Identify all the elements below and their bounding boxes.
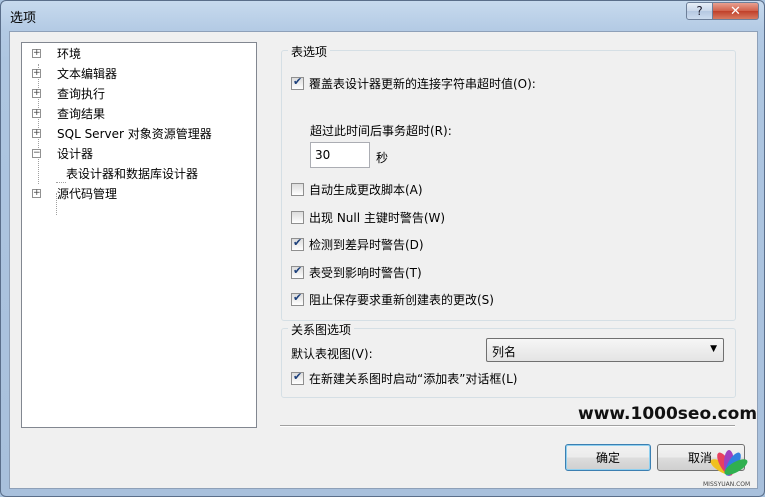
tree-item-label: 源代码管理 (57, 187, 118, 201)
diff-warning-checkbox[interactable] (291, 236, 304, 251)
affected-warning-label: 表受到影响时警告(T) (309, 265, 422, 280)
tree-item-label: 查询执行 (57, 87, 106, 101)
divider (280, 425, 735, 427)
tree-item-label: 设计器 (57, 147, 94, 161)
null-pk-warning-row[interactable]: 出现 Null 主键时警告(W) (291, 209, 445, 225)
affected-warning-checkbox[interactable] (291, 264, 304, 279)
options-dialog: 选项 ? ✕ + 环境 + 文本编辑器 + 查询执行 + 查询结果 + SQL … (0, 0, 765, 497)
tree-item-label: 表设计器和数据库设计器 (66, 167, 199, 181)
close-icon: ✕ (730, 3, 741, 19)
auto-script-checkbox[interactable] (291, 182, 304, 196)
null-pk-warning-checkbox[interactable] (291, 210, 304, 224)
expand-icon[interactable]: + (32, 189, 41, 198)
auto-script-label: 自动生成更改脚本(A) (309, 182, 423, 197)
launch-add-table-label: 在新建关系图时启动“添加表”对话框(L) (309, 371, 518, 386)
diagram-options-title: 关系图选项 (288, 321, 355, 338)
prevent-recreate-checkbox[interactable] (291, 291, 304, 306)
logo-text: MISSYUAN.COM (703, 481, 751, 488)
help-button[interactable]: ? (686, 2, 713, 20)
chevron-down-icon: ▼ (710, 344, 717, 354)
override-timeout-label: 覆盖表设计器更新的连接字符串超时值(O): (309, 76, 536, 91)
table-options-group: 表选项 覆盖表设计器更新的连接字符串超时值(O): 超过此时间后事务超时(R):… (281, 43, 736, 321)
dialog-title: 选项 (10, 11, 37, 26)
expand-icon[interactable]: + (32, 89, 41, 98)
tree-item-label: 环境 (57, 47, 82, 61)
null-pk-warning-label: 出现 Null 主键时警告(W) (309, 210, 446, 225)
tree-connector (38, 64, 39, 184)
title-bar[interactable]: 选项 ? ✕ (1, 1, 764, 31)
launch-add-table-row[interactable]: 在新建关系图时启动“添加表”对话框(L) (291, 370, 517, 386)
expand-icon[interactable]: + (32, 109, 41, 118)
ok-button[interactable]: 确定 (565, 444, 651, 471)
tree-item-label: 文本编辑器 (57, 67, 118, 81)
options-tree[interactable]: + 环境 + 文本编辑器 + 查询执行 + 查询结果 + SQL Server … (21, 42, 257, 428)
watermark-text: www.1000seo.com (578, 404, 758, 424)
tree-connector (56, 182, 66, 183)
help-icon: ? (696, 4, 703, 18)
dialog-body: + 环境 + 文本编辑器 + 查询执行 + 查询结果 + SQL Server … (9, 31, 758, 489)
expand-icon[interactable]: + (32, 129, 41, 138)
close-button[interactable]: ✕ (713, 2, 759, 20)
default-view-value: 列名 (492, 345, 517, 359)
prevent-recreate-row[interactable]: 阻止保存要求重新创建表的更改(S) (291, 291, 494, 307)
override-timeout-row[interactable]: 覆盖表设计器更新的连接字符串超时值(O): (291, 75, 536, 91)
diff-warning-row[interactable]: 检测到差异时警告(D) (291, 236, 424, 252)
timeout-label: 超过此时间后事务超时(R): (310, 124, 452, 138)
prevent-recreate-label: 阻止保存要求重新创建表的更改(S) (309, 292, 494, 307)
diff-warning-label: 检测到差异时警告(D) (309, 237, 424, 252)
tree-item-label: SQL Server 对象资源管理器 (57, 127, 212, 141)
table-options-title: 表选项 (288, 43, 331, 60)
expand-icon[interactable]: + (32, 49, 41, 58)
timeout-unit: 秒 (376, 151, 389, 165)
diagram-options-group: 关系图选项 默认表视图(V): 列名 ▼ 在新建关系图时启动“添加表”对话框(L… (281, 321, 736, 398)
timeout-input[interactable]: 30 (310, 142, 370, 168)
site-logo: MISSYUAN.COM (701, 441, 757, 491)
auto-script-row[interactable]: 自动生成更改脚本(A) (291, 181, 423, 197)
default-view-select[interactable]: 列名 ▼ (486, 338, 724, 362)
launch-add-table-checkbox[interactable] (291, 370, 304, 385)
collapse-icon[interactable]: − (32, 149, 41, 158)
expand-icon[interactable]: + (32, 69, 41, 78)
override-timeout-checkbox[interactable] (291, 75, 304, 90)
tree-item-label: 查询结果 (57, 107, 106, 121)
affected-warning-row[interactable]: 表受到影响时警告(T) (291, 264, 422, 280)
default-view-label: 默认表视图(V): (291, 347, 373, 361)
caption-buttons: ? ✕ (686, 2, 759, 20)
